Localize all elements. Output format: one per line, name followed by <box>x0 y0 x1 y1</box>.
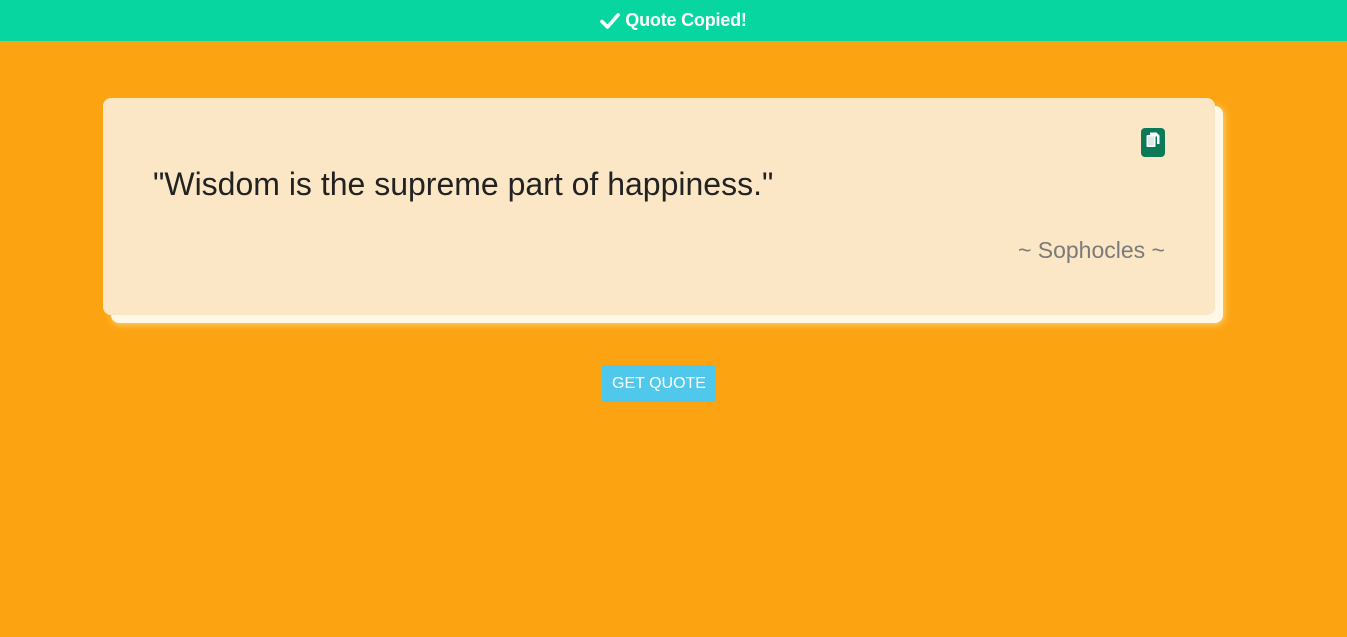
copied-toast: Quote Copied! <box>0 0 1347 41</box>
quote-text: "Wisdom is the supreme part of happiness… <box>153 166 774 202</box>
quote-card: "Wisdom is the supreme part of happiness… <box>103 98 1215 315</box>
copy-quote-button[interactable] <box>1141 128 1165 157</box>
get-quote-button[interactable]: GET QUOTE <box>602 365 716 402</box>
copy-icon <box>1146 132 1160 153</box>
quote-author: ~ Sophocles ~ <box>1017 237 1165 263</box>
check-icon <box>600 11 621 31</box>
toast-message: Quote Copied! <box>625 10 747 30</box>
